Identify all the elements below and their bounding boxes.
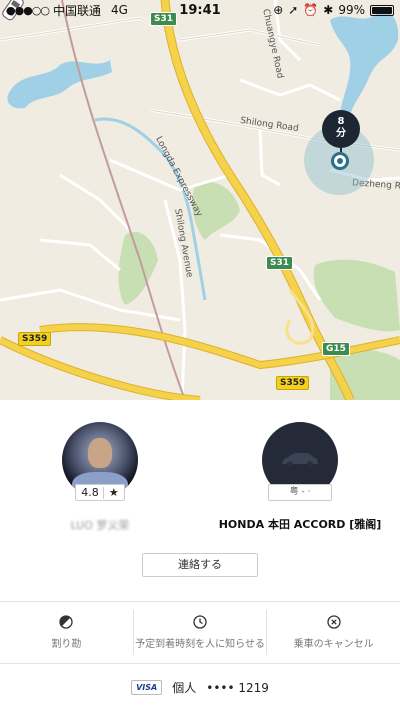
park-right — [313, 259, 400, 332]
eta-pin[interactable]: 8 分 — [322, 110, 360, 148]
payment-profile: 個人 — [172, 681, 197, 695]
payment-method[interactable]: VISA 個人 •••• 1219 — [0, 664, 400, 711]
split-fare-label: 割り勘 — [51, 639, 82, 650]
visa-card-icon: VISA — [131, 680, 163, 695]
park-left — [118, 231, 158, 305]
signal-strength-icon: ●●●○○ — [6, 3, 50, 17]
status-bar: ●●●○○ 中国联通 4G 19:41 ⊕ ➚ ⏰ ✱ 99% — [0, 0, 400, 20]
carrier-label: 中国联通 — [53, 3, 102, 18]
split-fare-action[interactable]: 割り勘 — [0, 602, 133, 663]
clock-icon — [193, 615, 207, 629]
shield-g15: G15 — [322, 342, 350, 356]
eta-unit: 分 — [336, 128, 346, 139]
vehicle-name: HONDA 本田 ACCORD [雅阁] — [218, 518, 382, 531]
share-eta-label: 予定到着時刻を人に知らせる — [135, 639, 265, 650]
location-arrow-icon: ➚ — [288, 3, 299, 17]
orientation-lock-icon: ⊕ — [273, 3, 284, 17]
lake — [7, 60, 112, 109]
network-label: 4G — [111, 3, 128, 17]
battery-percent: 99% — [338, 3, 365, 17]
split-fare-icon — [59, 615, 73, 629]
s359-road — [0, 336, 201, 400]
contact-button[interactable]: 連絡する — [142, 553, 258, 577]
share-eta-action[interactable]: 予定到着時刻を人に知らせる — [132, 610, 267, 655]
shield-s31-mid: S31 — [266, 256, 294, 270]
payment-card-number: •••• 1219 — [206, 680, 269, 695]
map-canvas — [0, 0, 400, 400]
battery-fill — [372, 6, 392, 14]
alarm-icon: ⏰ — [303, 3, 319, 17]
shield-s359-bottom: S359 — [276, 376, 310, 390]
driver-rating-badge: 4.8 ★ — [75, 484, 125, 501]
star-icon: ★ — [108, 486, 119, 499]
eta-value: 8 — [337, 116, 345, 127]
car-silhouette-icon — [282, 453, 318, 467]
battery-icon — [370, 4, 394, 16]
trip-panel: 4.8 ★ 粤 - · LUO 罗义荣 HONDA 本田 ACCORD [雅阁]… — [0, 400, 400, 711]
cancel-icon — [327, 615, 341, 629]
driver-avatar-face — [88, 438, 112, 468]
bluetooth-icon: ✱ — [323, 3, 334, 17]
pickup-location-dot — [331, 152, 349, 170]
driver-rating: 4.8 — [81, 486, 99, 499]
rating-divider — [103, 486, 105, 499]
shield-s359-left: S359 — [18, 332, 52, 346]
trip-actions: 割り勘 予定到着時刻を人に知らせる 乗車のキャンセル — [0, 601, 400, 664]
license-plate: 粤 - · — [268, 484, 332, 501]
map-view[interactable]: Longda Expressway Shilong Road Shilong A… — [0, 0, 400, 400]
driver-name: LUO 罗义荣 — [70, 519, 130, 532]
cancel-ride-action[interactable]: 乗車のキャンセル — [266, 610, 400, 655]
cancel-ride-label: 乗車のキャンセル — [293, 639, 374, 650]
